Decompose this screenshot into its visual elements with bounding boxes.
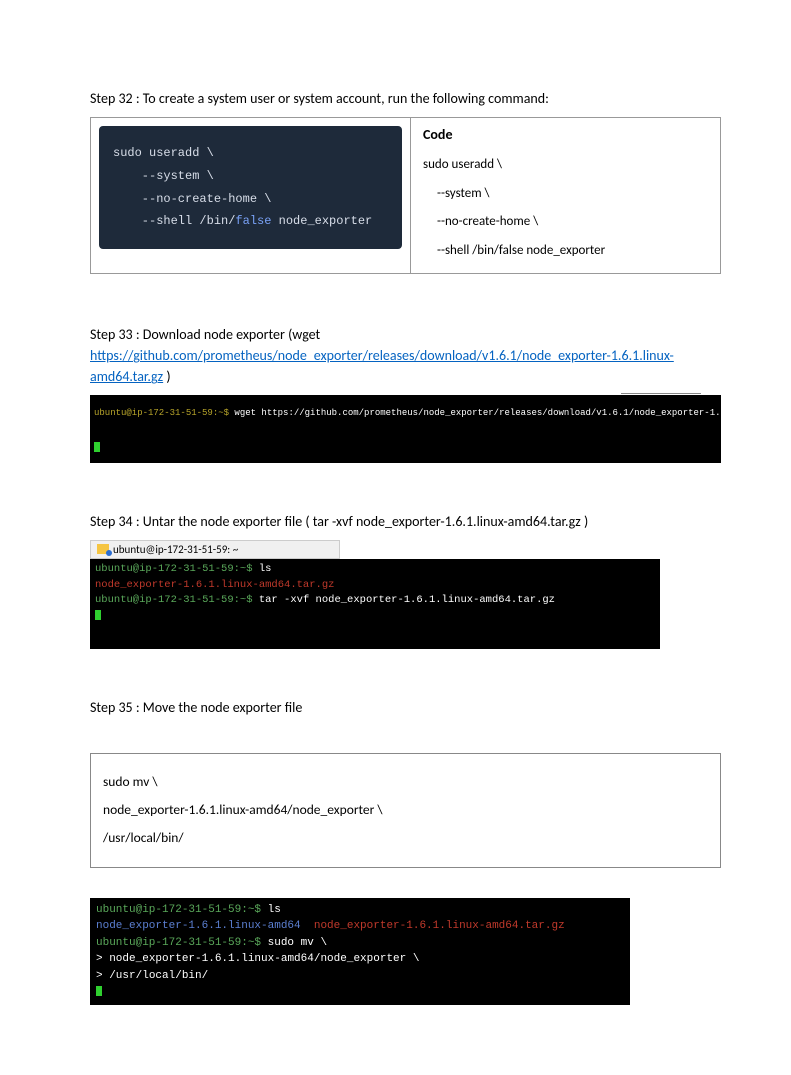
file-name: node_exporter-1.6.1.linux-amd64.tar.gz: [314, 920, 565, 932]
truncated-line: [94, 399, 717, 408]
terminal-output: ubuntu@ip-172-31-51-59:~$ ls node_export…: [90, 898, 630, 1005]
code-line: sudo mv \: [103, 768, 708, 796]
cursor-icon: [95, 610, 101, 620]
window-title: ubuntu@ip-172-31-51-59: ~: [113, 543, 238, 556]
code-line: --shell /bin/false node_exporter: [113, 214, 372, 228]
code-line: sudo useradd \: [113, 146, 214, 160]
terminal-line: ubuntu@ip-172-31-51-59:~$ wget https://g…: [94, 408, 717, 418]
putty-icon: [97, 544, 109, 554]
keyword-false: false: [235, 214, 271, 228]
step-33-heading: Step 33 : Download node exporter (wget h…: [90, 324, 721, 387]
terminal-line: ubuntu@ip-172-31-51-59:~$ sudo mv \: [96, 935, 624, 952]
terminal-output: ubuntu@ip-172-31-51-59:~$ wget https://g…: [90, 395, 721, 462]
window-title-bar: ubuntu@ip-172-31-51-59: ~: [90, 540, 340, 559]
code-line: /usr/local/bin/: [103, 824, 708, 852]
download-link[interactable]: https://github.com/prometheus/node_expor…: [90, 347, 674, 385]
code-line: node_exporter-1.6.1.linux-amd64/node_exp…: [103, 796, 708, 824]
code-line: --no-create-home \: [113, 192, 271, 206]
continuation-line: > node_exporter-1.6.1.linux-amd64/node_e…: [96, 951, 624, 968]
code-block-dark: sudo useradd \ --system \ --no-create-ho…: [99, 126, 402, 249]
directory-name: node_exporter-1.6.1.linux-amd64: [96, 920, 301, 932]
terminal-line: ubuntu@ip-172-31-51-59:~$ tar -xvf node_…: [95, 593, 655, 609]
step-33-section: Step 33 : Download node exporter (wget h…: [90, 324, 721, 462]
shell-prompt: ubuntu@ip-172-31-51-59:~$: [94, 408, 229, 418]
step-32-code-cell: sudo useradd \ --system \ --no-create-ho…: [91, 118, 411, 273]
file-listing: node_exporter-1.6.1.linux-amd64.tar.gz: [95, 578, 655, 594]
cursor-icon: [94, 442, 100, 452]
terminal-output: ubuntu@ip-172-31-51-59:~$ ls node_export…: [90, 559, 660, 649]
code-line: --system \: [423, 180, 708, 209]
decorative-line: [621, 393, 701, 394]
code-line: --shell /bin/false node_exporter: [423, 237, 708, 266]
step-35-heading: Step 35 : Move the node exporter file: [90, 699, 721, 716]
ls-output: node_exporter-1.6.1.linux-amd64 node_exp…: [96, 918, 624, 935]
step-32-section: Step 32 : To create a system user or sys…: [90, 90, 721, 274]
cursor-icon: [96, 986, 102, 996]
step-32-text-cell: Code sudo useradd \ --system \ --no-crea…: [411, 118, 720, 273]
step-34-section: Step 34 : Untar the node exporter file (…: [90, 513, 721, 649]
code-heading: Code: [423, 126, 708, 143]
continuation-line: > /usr/local/bin/: [96, 968, 624, 985]
step-32-heading: Step 32 : To create a system user or sys…: [90, 90, 721, 107]
step-32-table: sudo useradd \ --system \ --no-create-ho…: [90, 117, 721, 274]
step-34-heading: Step 34 : Untar the node exporter file (…: [90, 513, 721, 530]
terminal-line: ubuntu@ip-172-31-51-59:~$ ls: [95, 562, 655, 578]
terminal-line: ubuntu@ip-172-31-51-59:~$ ls: [96, 902, 624, 919]
code-box: sudo mv \ node_exporter-1.6.1.linux-amd6…: [90, 753, 721, 868]
code-line: --system \: [113, 169, 214, 183]
code-plain: sudo useradd \ --system \ --no-create-ho…: [423, 151, 708, 265]
code-line: sudo useradd \: [423, 151, 708, 180]
shell-prompt: ubuntu@ip-172-31-51-59:~$: [96, 904, 261, 916]
code-line: --no-create-home \: [423, 208, 708, 237]
shell-prompt: ubuntu@ip-172-31-51-59:~$: [95, 594, 253, 606]
shell-prompt: ubuntu@ip-172-31-51-59:~$: [95, 563, 253, 575]
step-35-section: Step 35 : Move the node exporter file su…: [90, 699, 721, 1005]
shell-prompt: ubuntu@ip-172-31-51-59:~$: [96, 937, 261, 949]
